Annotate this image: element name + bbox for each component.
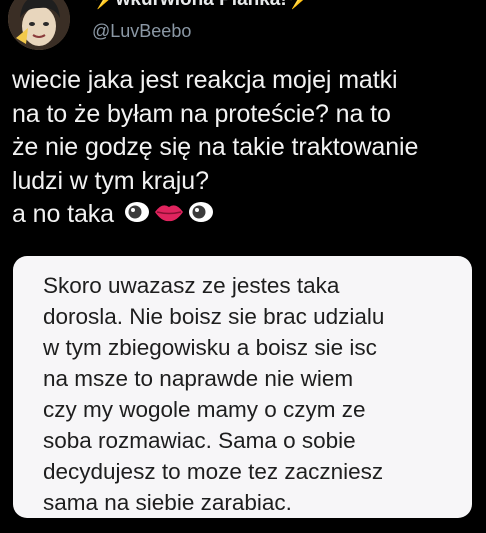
user-handle[interactable]: @LuvBeebo <box>92 20 191 42</box>
eye-icon <box>188 199 214 233</box>
quoted-line: soba rozmawiac. Sama o sobie <box>43 428 356 453</box>
tweet-line: że nie godzę się na takie traktowanie <box>12 133 419 161</box>
quoted-line: na msze to naprawde nie wiem <box>43 366 354 391</box>
tweet-line: ludzi w tym kraju? <box>12 166 209 195</box>
avatar[interactable] <box>8 0 70 50</box>
quoted-message-text: Skoro uwazasz ze jestes taka dorosla. Ni… <box>43 270 463 518</box>
quoted-line: Skoro uwazasz ze jestes taka <box>43 273 340 298</box>
tweet-line-last: a no taka <box>12 198 482 232</box>
quoted-message-screenshot[interactable]: Skoro uwazasz ze jestes taka dorosla. Ni… <box>13 256 472 518</box>
tweet-line: a no taka <box>12 200 114 228</box>
quoted-line: sama na siebie zarabiac. <box>43 490 292 515</box>
tweet: ⚡wkurwiona Pianka!⚡ @LuvBeebo wiecie jak… <box>0 0 486 533</box>
avatar-image <box>8 0 70 50</box>
eye-icon <box>124 199 150 233</box>
tweet-line: na to że byłam na proteście? na to <box>12 99 391 128</box>
display-name[interactable]: ⚡wkurwiona Pianka!⚡ <box>92 0 310 10</box>
quoted-line: decydujesz to moze tez zaczniesz <box>43 459 384 484</box>
quoted-line: dorosla. Nie boisz sie brac udzialu <box>43 304 385 329</box>
tweet-text: wiecie jaka jest reakcja mojej matki na … <box>12 64 482 232</box>
mouth-icon <box>154 199 184 233</box>
quoted-line: w tym zbiegowisku a boisz sie isc <box>43 335 377 360</box>
quoted-line: czy my wogole mamy o czym ze <box>43 397 366 422</box>
tweet-line: wiecie jaka jest reakcja mojej matki <box>12 66 398 94</box>
